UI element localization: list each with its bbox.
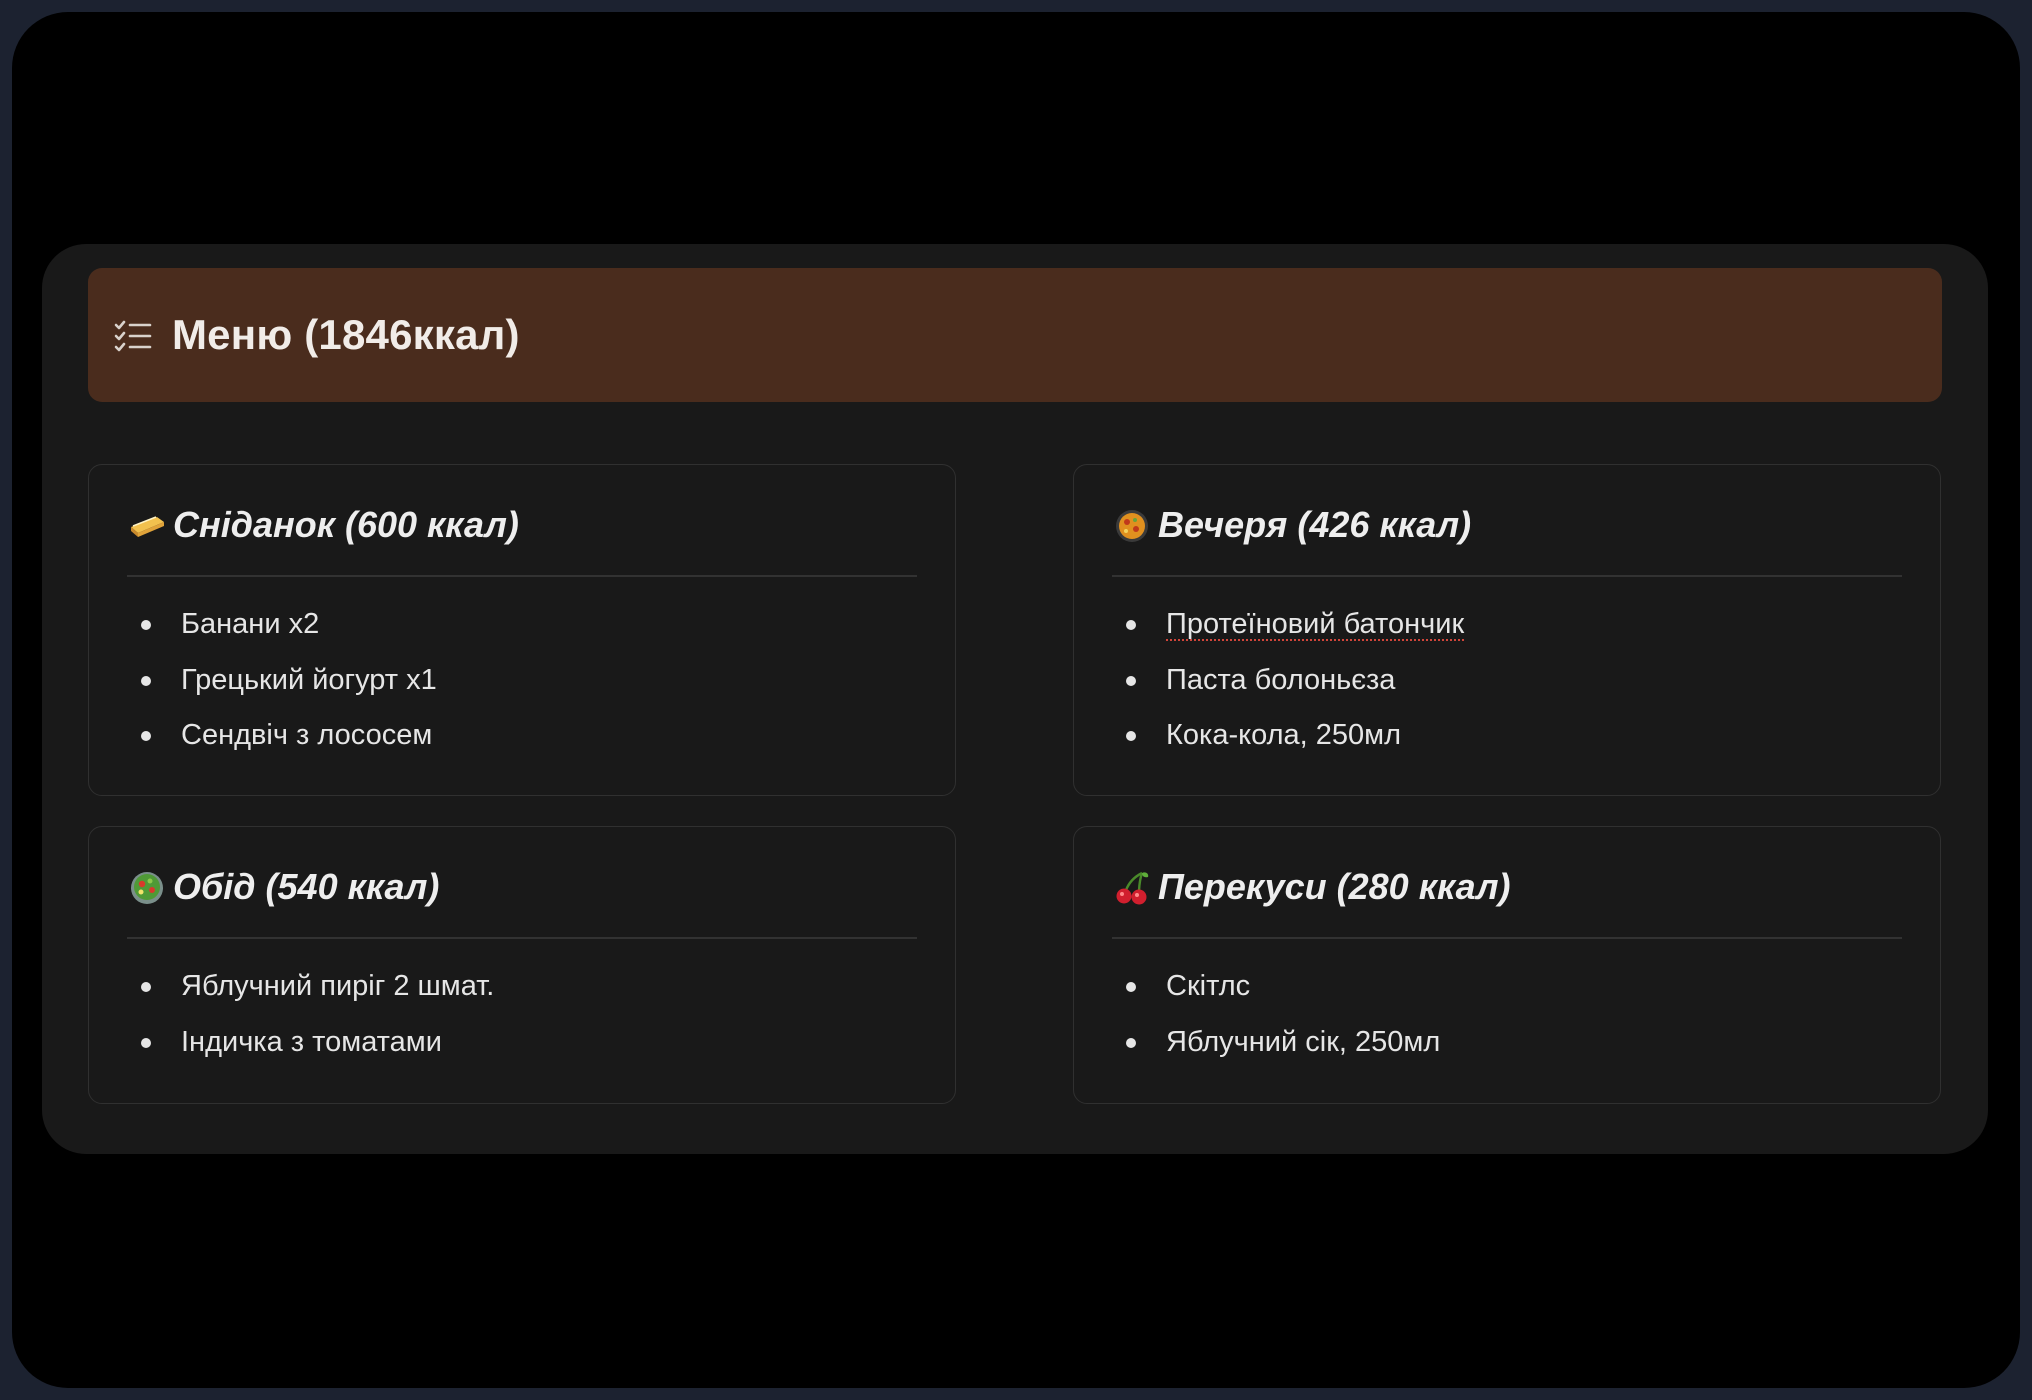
cherries-icon [1116, 871, 1149, 905]
meal-title: Вечеря (426 ккал) [1158, 504, 1472, 545]
bullet [1126, 731, 1136, 741]
item-text: Банани x2 [181, 608, 320, 640]
list-item[interactable]: Грецький йогурт x1 [127, 653, 437, 709]
bread-icon [131, 516, 164, 537]
meal-item-list: Банани x2 Грецький йогурт x1 Сендвіч з л… [127, 597, 437, 764]
menu-panel: Меню (1846ккал) Сніданок (600 ккал) Бана… [42, 244, 1988, 1154]
item-text: Кока-кола, 250мл [1166, 719, 1402, 751]
list-item[interactable]: Сендвіч з лососем [127, 708, 437, 764]
meal-title: Перекуси (280 ккал) [1158, 866, 1511, 907]
item-text: Яблучний сік, 250мл [1166, 1025, 1441, 1058]
item-text: Скітлс [1166, 970, 1251, 1002]
item-text: Яблучний пиріг 2 шмат. [181, 970, 495, 1002]
list-item[interactable]: Індичка з томатами [127, 1015, 494, 1071]
item-text: Індичка з томатами [181, 1025, 442, 1058]
bullet [141, 1037, 151, 1048]
meal-card-header[interactable]: Обід (540 ккал) [127, 857, 439, 917]
item-text: Протеїновий батончик [1166, 608, 1465, 640]
item-text: Сендвіч з лососем [181, 719, 433, 751]
meal-card-dinner: Вечеря (426 ккал) Протеїновий батончик П… [1073, 464, 1941, 796]
paella-icon [1116, 510, 1148, 542]
meal-card-snacks: Перекуси (280 ккал) Скітлс Яблучний сік,… [1073, 826, 1941, 1104]
meal-item-list: Скітлс Яблучний сік, 250мл [1112, 959, 1440, 1070]
meal-card-lunch: Обід (540 ккал) Яблучний пиріг 2 шмат. І… [88, 826, 956, 1104]
bullet [1126, 1037, 1136, 1048]
meal-title: Обід (540 ккал) [173, 866, 440, 907]
meal-card-header[interactable]: Вечеря (426 ккал) [1112, 495, 1471, 555]
bullet [141, 675, 151, 686]
item-text: Грецький йогурт x1 [181, 663, 437, 696]
list-item[interactable]: Паста болоньєза [1112, 653, 1464, 709]
bullet [1126, 982, 1136, 992]
bullet [141, 731, 151, 741]
list-item[interactable]: Кока-кола, 250мл [1112, 708, 1464, 764]
list-item[interactable]: Скітлс [1112, 959, 1440, 1015]
meal-card-header[interactable]: Перекуси (280 ккал) [1112, 857, 1510, 917]
divider [1112, 937, 1902, 939]
meal-title: Сніданок (600 ккал) [173, 504, 519, 545]
item-text: Паста болоньєза [1166, 663, 1396, 696]
meal-item-list: Яблучний пиріг 2 шмат. Індичка з томатам… [127, 959, 494, 1070]
list-item[interactable]: Протеїновий батончик [1112, 597, 1464, 653]
divider [127, 937, 917, 939]
bullet [141, 982, 151, 992]
list-item[interactable]: Банани x2 [127, 597, 437, 653]
bullet [141, 620, 151, 630]
list-item[interactable]: Яблучний сік, 250мл [1112, 1015, 1440, 1071]
meal-item-list: Протеїновий батончик Паста болоньєза Кок… [1112, 597, 1464, 764]
app-window: Меню (1846ккал) Сніданок (600 ккал) Бана… [12, 12, 2020, 1388]
checklist-icon [114, 320, 152, 352]
salad-icon [131, 872, 163, 904]
list-item[interactable]: Яблучний пиріг 2 шмат. [127, 959, 494, 1015]
meal-card-header[interactable]: Сніданок (600 ккал) [127, 495, 519, 555]
menu-title: Меню (1846ккал) [172, 311, 520, 358]
bullet [1126, 620, 1136, 630]
meal-card-breakfast: Сніданок (600 ккал) Банани x2 Грецький й… [88, 464, 956, 796]
menu-callout-header[interactable]: Меню (1846ккал) [88, 268, 1942, 402]
bullet [1126, 675, 1136, 686]
divider [127, 575, 917, 577]
divider [1112, 575, 1902, 577]
